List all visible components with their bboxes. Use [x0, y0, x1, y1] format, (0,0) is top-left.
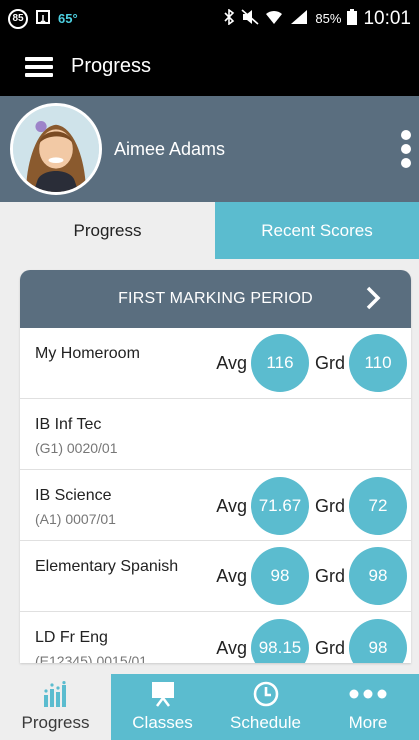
marking-period-label: FIRST MARKING PERIOD	[118, 290, 313, 307]
nav-progress[interactable]: Progress	[0, 674, 111, 740]
grd-label: Grd	[314, 637, 345, 658]
clock-time: 10:01	[363, 7, 411, 29]
course-name: IB Inf Tec	[35, 416, 102, 433]
avg-label: Avg	[216, 495, 247, 516]
courses-card: FIRST MARKING PERIOD My Homeroom Avg 116…	[20, 270, 411, 663]
nav-more[interactable]: More	[317, 674, 419, 740]
wifi-icon	[265, 9, 283, 28]
bluetooth-icon	[223, 8, 235, 28]
signal-icon	[289, 9, 309, 28]
avg-label: Avg	[216, 565, 247, 586]
app-bar: Progress	[0, 37, 419, 96]
nav-schedule[interactable]: Schedule	[214, 674, 317, 740]
bottom-navigation: Progress Classes Schedule More	[0, 674, 419, 740]
course-row-elementary-spanish[interactable]: Elementary Spanish Avg 98 Grd 98	[20, 541, 411, 612]
notification-count-badge: 85	[8, 8, 28, 29]
avg-score-badge: 71.67	[250, 477, 309, 535]
avatar[interactable]	[10, 103, 102, 195]
course-scores: Avg 98 Grd 98	[210, 547, 407, 605]
course-row-my-homeroom[interactable]: My Homeroom Avg 116 Grd 110	[20, 328, 411, 399]
grade-badge: 72	[349, 477, 407, 535]
grd-label: Grd	[314, 565, 345, 586]
course-section: (G1) 0020/01	[35, 440, 118, 456]
more-dots-icon	[348, 679, 388, 709]
course-scores: Avg 98.15 Grd 98	[210, 619, 407, 663]
avg-score-badge: 98.15	[250, 619, 309, 663]
temperature: 65°	[58, 11, 78, 26]
page-title: Progress	[71, 55, 152, 77]
classroom-icon	[149, 679, 177, 709]
grd-label: Grd	[314, 352, 345, 373]
nav-label: Schedule	[230, 713, 301, 732]
status-bar: 85 65° 85% 10:01	[0, 0, 419, 37]
tab-progress[interactable]: Progress	[0, 202, 215, 259]
avg-score-badge: 98	[250, 547, 309, 605]
avg-label: Avg	[216, 637, 247, 658]
nav-label: Classes	[132, 713, 193, 732]
tab-recent-scores[interactable]: Recent Scores	[215, 202, 419, 259]
course-scores: Avg 116 Grd 110	[210, 334, 407, 392]
overflow-menu-icon[interactable]	[401, 130, 411, 168]
chevron-right-icon[interactable]	[359, 284, 387, 312]
battery-percent: 85%	[315, 11, 342, 26]
student-name[interactable]: Aimee Adams	[114, 139, 225, 160]
mute-icon	[241, 9, 259, 28]
course-row-ib-science[interactable]: IB Science (A1) 0007/01 Avg 71.67 Grd 72	[20, 470, 411, 541]
avg-label: Avg	[216, 352, 247, 373]
avg-score-badge: 116	[250, 334, 309, 392]
clock-icon	[252, 679, 280, 709]
grade-badge: 98	[349, 547, 407, 605]
grade-badge: 98	[349, 619, 407, 663]
tab-bar: Progress Recent Scores	[0, 202, 419, 259]
screenshot-icon	[35, 9, 51, 29]
menu-icon[interactable]	[25, 56, 53, 77]
grade-badge: 110	[349, 334, 407, 392]
course-row-ld-fr-eng[interactable]: LD Fr Eng (E12345) 0015/01 Avg 98.15 Grd…	[20, 612, 411, 663]
marking-period-selector[interactable]: FIRST MARKING PERIOD	[20, 270, 411, 328]
bar-chart-icon	[42, 679, 70, 709]
nav-label: Progress	[21, 713, 90, 732]
course-row-ib-inf-tec[interactable]: IB Inf Tec (G1) 0020/01	[20, 399, 411, 470]
nav-classes[interactable]: Classes	[111, 674, 214, 740]
grd-label: Grd	[314, 495, 345, 516]
nav-label: More	[348, 713, 388, 732]
student-profile-header: Aimee Adams	[0, 96, 419, 202]
battery-icon	[347, 9, 358, 28]
course-scores: Avg 71.67 Grd 72	[210, 477, 407, 535]
